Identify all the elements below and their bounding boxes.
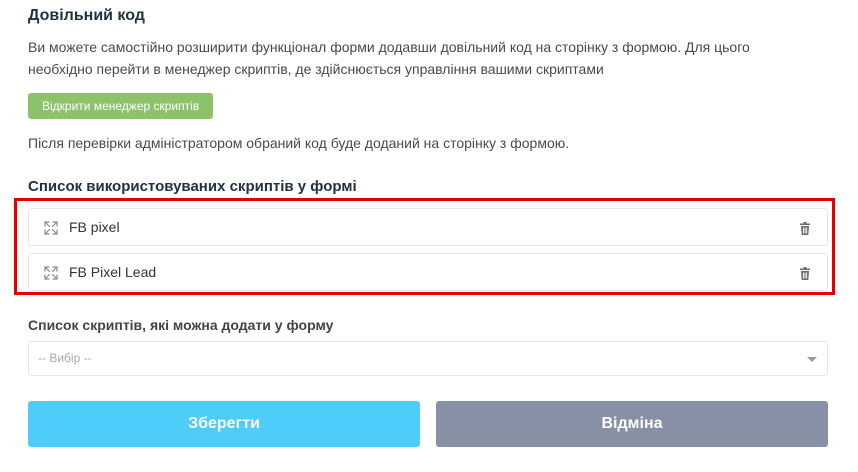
script-item-fb-pixel-lead[interactable]: FB Pixel Lead: [28, 253, 828, 291]
cancel-button[interactable]: Відміна: [436, 401, 828, 447]
script-item-fb-pixel[interactable]: FB pixel: [28, 208, 828, 246]
available-scripts-select[interactable]: -- Вибір --: [28, 341, 828, 376]
custom-code-description: Ви можете самостійно розширити функціона…: [28, 39, 750, 77]
trash-icon[interactable]: [799, 267, 811, 280]
save-button[interactable]: Зберегти: [28, 401, 420, 447]
available-scripts-label: Список скриптів, які можна додати у форм…: [28, 317, 334, 333]
trash-icon[interactable]: [799, 222, 811, 235]
chevron-down-icon: [807, 357, 817, 362]
expand-arrows-icon[interactable]: [43, 220, 59, 236]
script-item-name: FB Pixel Lead: [69, 264, 157, 280]
script-item-name: FB pixel: [69, 219, 120, 235]
moderation-note: Після перевірки адміністратором обраний …: [28, 135, 570, 151]
select-placeholder: -- Вибір --: [38, 351, 92, 365]
open-script-manager-button[interactable]: Відкрити менеджер скриптів: [28, 93, 214, 119]
used-scripts-title: Список використовуваних скриптів у формі: [28, 178, 357, 195]
custom-code-title: Довільний код: [28, 7, 145, 24]
custom-code-settings-page: Довільний код Ви можете самостійно розши…: [0, 0, 858, 472]
expand-arrows-icon[interactable]: [43, 265, 59, 281]
